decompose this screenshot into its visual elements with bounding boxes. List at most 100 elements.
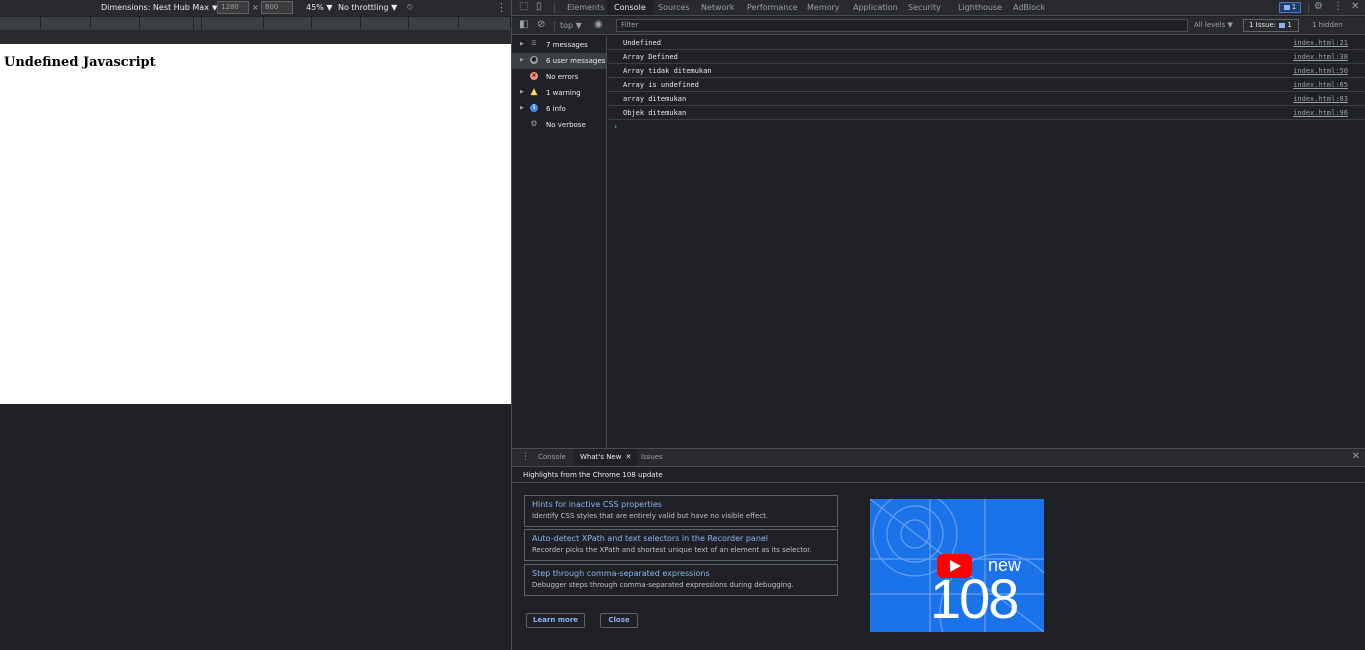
media-query-bar[interactable]	[0, 16, 511, 30]
source-link[interactable]: index.html:38	[1293, 53, 1348, 61]
warning-icon: ▲	[530, 87, 538, 97]
sidebar-item-info[interactable]: ▶ i 6 info	[512, 101, 606, 117]
close-button[interactable]: Close	[600, 613, 638, 628]
expand-arrow-icon[interactable]: ▶	[520, 41, 524, 47]
media-query-segment[interactable]	[409, 17, 459, 29]
console-output: Undefined index.html:21 Array Defined in…	[608, 36, 1365, 448]
media-query-segment[interactable]	[140, 17, 194, 29]
media-query-segment[interactable]	[91, 17, 140, 29]
tab-application[interactable]: Application	[846, 0, 905, 15]
inspect-element-icon[interactable]: ⬚	[519, 1, 528, 12]
tab-memory[interactable]: Memory	[800, 0, 847, 15]
sidebar-item-verbose[interactable]: ⚙ No verbose	[512, 117, 606, 133]
feature-title[interactable]: Hints for inactive CSS properties	[532, 500, 662, 509]
source-link[interactable]: index.html:21	[1293, 39, 1348, 47]
gear-icon[interactable]: ⚙	[1314, 1, 1323, 12]
source-link[interactable]: index.html:96	[1293, 109, 1348, 117]
close-drawer-icon[interactable]: ✕	[1352, 451, 1360, 462]
dimensions-dropdown[interactable]: Dimensions: Nest Hub Max ▼	[101, 3, 217, 12]
close-icon[interactable]: ✕	[1351, 1, 1359, 12]
device-emulation-pane: Dimensions: Nest Hub Max ▼ 1280 × 800 45%…	[0, 0, 511, 650]
tab-lighthouse[interactable]: Lighthouse	[951, 0, 1009, 15]
sidebar-toggle-icon[interactable]: ◧	[519, 19, 528, 30]
console-prompt-icon[interactable]: ›	[614, 122, 617, 131]
sidebar-item-user-messages[interactable]: ▶ ● 6 user messages	[512, 53, 606, 69]
media-query-segment[interactable]	[202, 17, 264, 29]
console-message: Array Defined index.html:38	[608, 50, 1365, 64]
issues-badge[interactable]: 1	[1279, 2, 1301, 13]
feature-title[interactable]: Auto-detect XPath and text selectors in …	[532, 534, 768, 543]
device-toggle-icon[interactable]: ▯	[536, 1, 542, 12]
drawer-tab-console[interactable]: Console	[532, 449, 572, 466]
media-query-segment[interactable]	[41, 17, 91, 29]
rotate-icon[interactable]: ⦸	[407, 2, 413, 12]
error-icon: ×	[530, 72, 538, 80]
filter-input[interactable]: Filter	[616, 19, 1188, 32]
source-link[interactable]: index.html:65	[1293, 81, 1348, 89]
page-heading: Undefined Javascript	[4, 55, 156, 70]
expand-arrow-icon[interactable]: ▶	[520, 57, 524, 63]
more-options-icon[interactable]: ⋮	[1333, 1, 1343, 12]
eye-icon[interactable]: ◉	[594, 19, 603, 30]
sidebar-item-label: 1 warning	[546, 89, 581, 97]
drawer-tab-issues[interactable]: Issues	[635, 449, 669, 466]
expand-arrow-icon[interactable]: ▶	[520, 105, 524, 111]
sidebar-item-label: 6 info	[546, 105, 566, 113]
media-query-segment[interactable]	[264, 17, 312, 29]
feature-title[interactable]: Step through comma-separated expressions	[532, 569, 710, 578]
issues-button[interactable]: 1 Issue: 1	[1243, 19, 1299, 32]
sidebar-item-messages[interactable]: ▶ ☰ 7 messages	[512, 37, 606, 53]
whats-new-heading: Highlights from the Chrome 108 update	[523, 471, 663, 479]
tab-network[interactable]: Network	[694, 0, 741, 15]
feature-description: Identify CSS styles that are entirely va…	[532, 512, 769, 520]
console-message: Undefined index.html:21	[608, 36, 1365, 50]
tab-elements[interactable]: Elements	[560, 0, 611, 15]
drawer-tab-whats-new[interactable]: What's New ✕	[574, 449, 638, 466]
media-query-segment[interactable]	[312, 17, 361, 29]
caret-down-icon: ▼	[391, 3, 398, 12]
expand-arrow-icon[interactable]: ▶	[520, 89, 524, 95]
console-toolbar: ◧ ⊘ top ▼ ◉ Filter All levels ▼ 1 Issue:…	[512, 17, 1365, 35]
source-link[interactable]: index.html:83	[1293, 95, 1348, 103]
media-query-segment[interactable]	[361, 17, 409, 29]
clear-console-icon[interactable]: ⊘	[537, 19, 545, 30]
console-message: array ditemukan index.html:83	[608, 92, 1365, 106]
divider	[554, 3, 555, 13]
device-toolbar: Dimensions: Nest Hub Max ▼ 1280 × 800 45%…	[0, 0, 511, 16]
context-selector[interactable]: top ▼	[560, 21, 582, 30]
tab-adblock[interactable]: AdBlock	[1006, 0, 1052, 15]
feature-card[interactable]: Auto-detect XPath and text selectors in …	[524, 529, 838, 561]
times-sign: ×	[252, 3, 259, 12]
source-link[interactable]: index.html:50	[1293, 67, 1348, 75]
height-input[interactable]: 800	[261, 1, 293, 14]
tab-security[interactable]: Security	[901, 0, 948, 15]
hidden-count: 1 hidden	[1312, 21, 1343, 29]
zoom-dropdown[interactable]: 45% ▼	[306, 3, 332, 12]
feature-card[interactable]: Hints for inactive CSS properties Identi…	[524, 495, 838, 527]
tab-console[interactable]: Console	[607, 0, 653, 15]
learn-more-button[interactable]: Learn more	[526, 613, 585, 628]
sidebar-item-warnings[interactable]: ▶ ▲ 1 warning	[512, 85, 606, 101]
media-query-segment[interactable]	[0, 17, 41, 29]
throttling-dropdown[interactable]: No throttling ▼	[338, 3, 397, 12]
tab-sources[interactable]: Sources	[651, 0, 697, 15]
width-input[interactable]: 1280	[217, 1, 249, 14]
chrome-108-video-thumbnail[interactable]: new 108	[870, 499, 1044, 632]
message-text: Array tidak ditemukan	[623, 67, 712, 75]
media-query-segment[interactable]	[194, 17, 202, 29]
tab-performance[interactable]: Performance	[740, 0, 805, 15]
whats-new-header: Highlights from the Chrome 108 update	[512, 467, 1365, 483]
issue-flag-icon	[1283, 5, 1290, 10]
log-levels-dropdown[interactable]: All levels ▼	[1194, 21, 1233, 29]
feature-description: Debugger steps through comma-separated e…	[532, 581, 794, 589]
close-tab-icon[interactable]: ✕	[625, 453, 631, 461]
screen: Dimensions: Nest Hub Max ▼ 1280 × 800 45%…	[0, 0, 1365, 650]
sidebar-item-errors[interactable]: × No errors	[512, 69, 606, 85]
more-options-icon[interactable]: ⋮	[496, 1, 507, 14]
console-message: Array tidak ditemukan index.html:50	[608, 64, 1365, 78]
user-icon: ●	[530, 56, 538, 64]
more-tabs-icon[interactable]: ⋮	[521, 452, 530, 462]
media-query-segment[interactable]	[459, 17, 511, 29]
feature-card[interactable]: Step through comma-separated expressions…	[524, 564, 838, 596]
caret-down-icon: ▼	[1227, 21, 1233, 29]
